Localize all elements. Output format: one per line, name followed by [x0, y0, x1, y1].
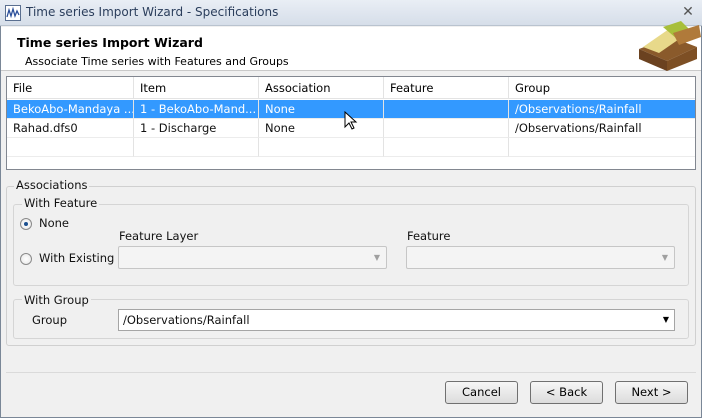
close-icon[interactable]: ✕ [680, 4, 696, 20]
empty-cell [7, 138, 134, 157]
row-1-group[interactable]: /Observations/Rainfall [509, 100, 695, 119]
column-header-feature[interactable]: Feature [384, 77, 509, 99]
empty-cell [259, 138, 384, 157]
with-feature-label: With Feature [22, 196, 100, 210]
radio-none[interactable] [20, 218, 32, 230]
chevron-down-icon: ▼ [373, 253, 380, 262]
column-header-association[interactable]: Association [259, 77, 384, 99]
with-group-label: With Group [22, 293, 91, 307]
column-header-group[interactable]: Group [509, 77, 695, 99]
app-icon [5, 5, 21, 21]
chevron-down-icon[interactable]: ▼ [663, 315, 669, 324]
group-field-label: Group [32, 313, 68, 327]
radio-selected-dot [24, 222, 28, 226]
mouse-cursor-icon [344, 111, 358, 130]
with-feature-group [13, 204, 689, 286]
next-button[interactable]: Next > [615, 381, 688, 404]
divider [6, 372, 696, 373]
column-header-item[interactable]: Item [134, 77, 259, 99]
title-bar[interactable]: Time series Import Wizard - Specificatio… [0, 0, 702, 26]
row-1-file[interactable]: BekoAbo-Mandaya ... [7, 100, 134, 119]
empty-cell [509, 138, 695, 157]
associations-label: Associations [14, 178, 90, 192]
cancel-button[interactable]: Cancel [445, 381, 518, 404]
row-2-association[interactable]: None [259, 119, 384, 138]
row-1-feature[interactable] [384, 100, 509, 119]
row-2-group[interactable]: /Observations/Rainfall [509, 119, 695, 138]
empty-cell [134, 138, 259, 157]
radio-with-existing[interactable] [20, 253, 32, 265]
row-1-item[interactable]: 1 - BekoAbo-Mand... [134, 100, 259, 119]
feature-layer-dropdown[interactable]: ▼ [118, 246, 387, 269]
row-2-feature[interactable] [384, 119, 509, 138]
header-subtitle: Associate Time series with Features and … [25, 55, 289, 68]
chevron-down-icon: ▼ [661, 253, 668, 262]
header-title: Time series Import Wizard [17, 35, 203, 50]
empty-cell [384, 138, 509, 157]
group-value: /Observations/Rainfall [123, 313, 250, 327]
radio-with-existing-label[interactable]: With Existing [39, 251, 114, 265]
radio-none-label[interactable]: None [39, 216, 69, 230]
group-dropdown[interactable]: /Observations/Rainfall ▼ [118, 309, 675, 331]
wizard-header: Time series Import Wizard Associate Time… [1, 21, 701, 71]
window-title: Time series Import Wizard - Specificatio… [26, 5, 279, 19]
feature-dropdown[interactable]: ▼ [406, 246, 675, 269]
row-2-file[interactable]: Rahad.dfs0 [7, 119, 134, 138]
column-header-file[interactable]: File [7, 77, 134, 99]
row-1-association[interactable]: None [259, 100, 384, 119]
wizard-box-icon [639, 21, 701, 71]
back-button[interactable]: < Back [530, 381, 603, 404]
feature-label: Feature [407, 229, 451, 243]
timeseries-grid[interactable]: File Item Association Feature Group Beko… [6, 76, 696, 170]
row-2-item[interactable]: 1 - Discharge [134, 119, 259, 138]
feature-layer-label: Feature Layer [119, 229, 199, 243]
